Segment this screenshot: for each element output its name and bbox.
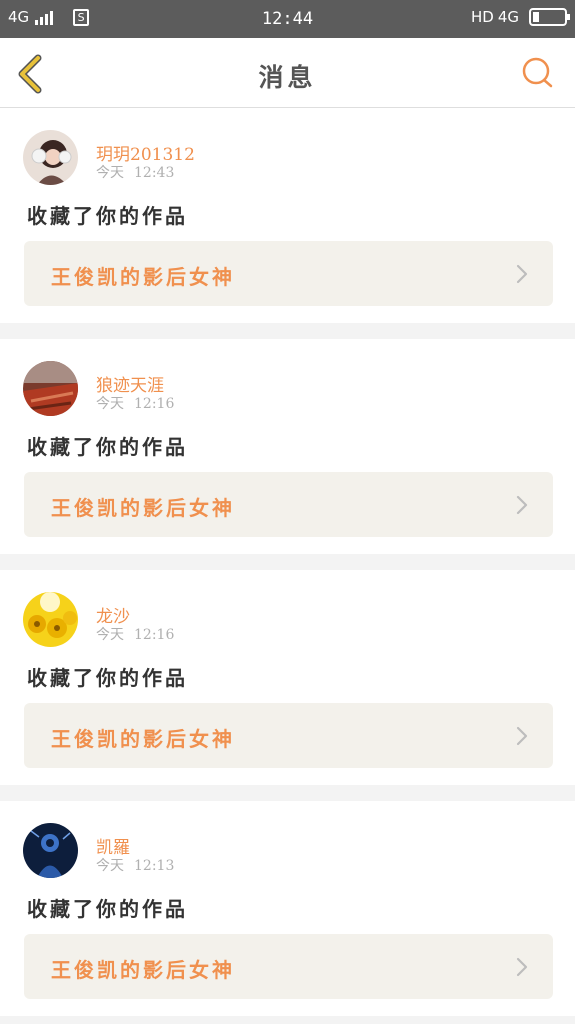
message-time: 今天 12:43 [96,162,184,182]
work-title: 王俊凯的影后女神 [51,265,235,289]
message-item: 龙沙 今天 12:16 收藏了你的作品 王俊凯的影后女神 [0,570,575,785]
work-link[interactable]: 王俊凯的影后女神 [24,472,553,537]
message-clock: 12:16 [134,627,175,643]
avatar[interactable] [23,130,78,185]
avatar[interactable] [23,361,78,416]
work-link[interactable]: 王俊凯的影后女神 [24,703,553,768]
work-link[interactable]: 王俊凯的影后女神 [24,934,553,999]
work-link[interactable]: 王俊凯的影后女神 [24,241,553,306]
battery-icon [529,8,570,26]
network-type-right: 4G [497,8,519,26]
message-clock: 12:13 [134,858,175,874]
message-time: 今天 12:16 [96,393,184,413]
chevron-right-icon [516,264,528,284]
hd-label: HD [470,8,494,26]
status-bar-right: HD 4G [470,8,570,26]
message-list: 玥玥201312 今天 12:43 收藏了你的作品 王俊凯的影后女神 狼迹天涯 今… [0,108,575,1024]
chevron-right-icon [516,726,528,746]
message-item: 凯羅 今天 12:13 收藏了你的作品 王俊凯的影后女神 [0,801,575,1016]
chevron-right-icon [516,957,528,977]
search-icon [522,57,553,88]
work-title: 王俊凯的影后女神 [51,496,235,520]
page-title: 消息 [258,63,317,92]
nav-bar: 消息 [0,38,575,108]
message-item: 狼迹天涯 今天 12:16 收藏了你的作品 王俊凯的影后女神 [0,339,575,554]
avatar[interactable] [23,823,78,878]
message-day: 今天 [96,627,124,643]
chevron-right-icon [516,495,528,515]
avatar[interactable] [23,592,78,647]
action-text: 收藏了你的作品 [27,666,188,690]
message-day: 今天 [96,858,124,874]
message-clock: 12:16 [134,396,175,412]
message-time: 今天 12:13 [96,855,184,875]
message-item: 玥玥201312 今天 12:43 收藏了你的作品 王俊凯的影后女神 [0,108,575,323]
action-text: 收藏了你的作品 [27,897,188,921]
message-clock: 12:43 [134,165,175,181]
status-bar: 4G S 12:44 HD 4G [0,0,575,38]
work-title: 王俊凯的影后女神 [51,958,235,982]
action-text: 收藏了你的作品 [27,435,188,459]
message-day: 今天 [96,396,124,412]
action-text: 收藏了你的作品 [27,204,188,228]
message-day: 今天 [96,165,124,181]
message-time: 今天 12:16 [96,624,184,644]
search-button[interactable] [519,55,555,91]
work-title: 王俊凯的影后女神 [51,727,235,751]
